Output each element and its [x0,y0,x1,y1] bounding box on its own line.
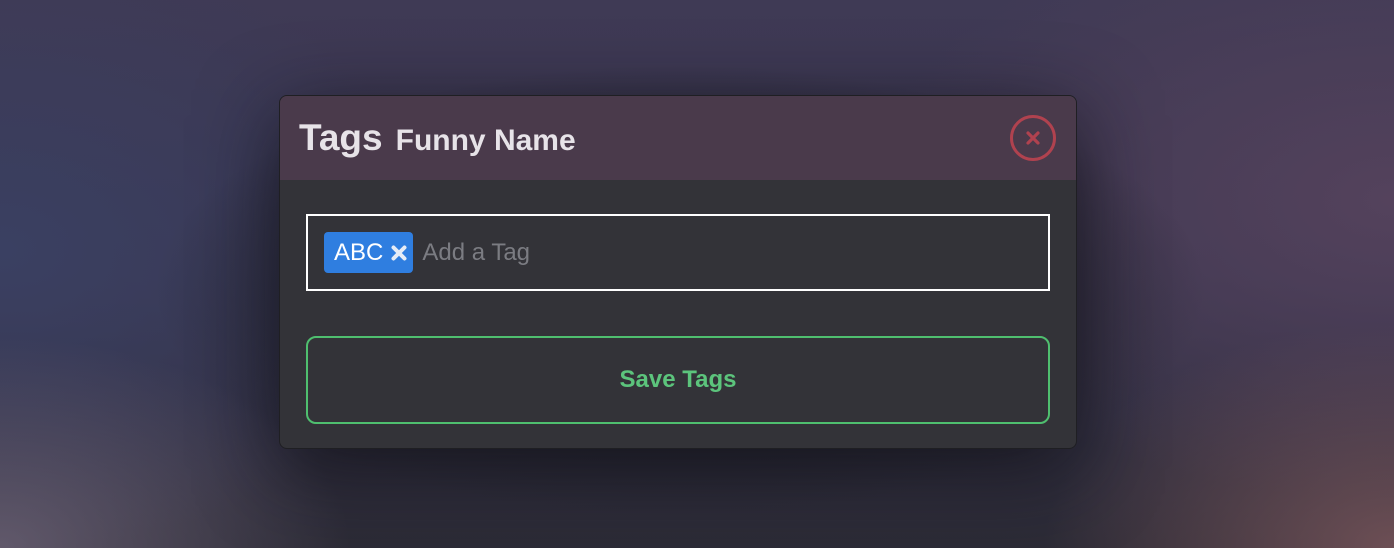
modal-subtitle: Funny Name [395,124,576,157]
tag-label: ABC [334,238,384,266]
tag-chip: ABC [324,232,414,273]
modal-header: Tags Funny Name [280,96,1076,180]
save-tags-button[interactable]: Save Tags [306,336,1050,424]
tag-remove-button[interactable] [391,245,407,261]
tags-modal: Tags Funny Name ABC Save Tags [279,95,1077,449]
close-icon [1026,131,1040,145]
tag-input-field[interactable]: ABC [306,214,1050,291]
modal-body: ABC Save Tags [280,180,1076,424]
close-button[interactable] [1010,115,1056,161]
modal-title: Tags [299,117,383,158]
close-icon [391,245,407,260]
add-tag-input[interactable] [413,216,1048,289]
